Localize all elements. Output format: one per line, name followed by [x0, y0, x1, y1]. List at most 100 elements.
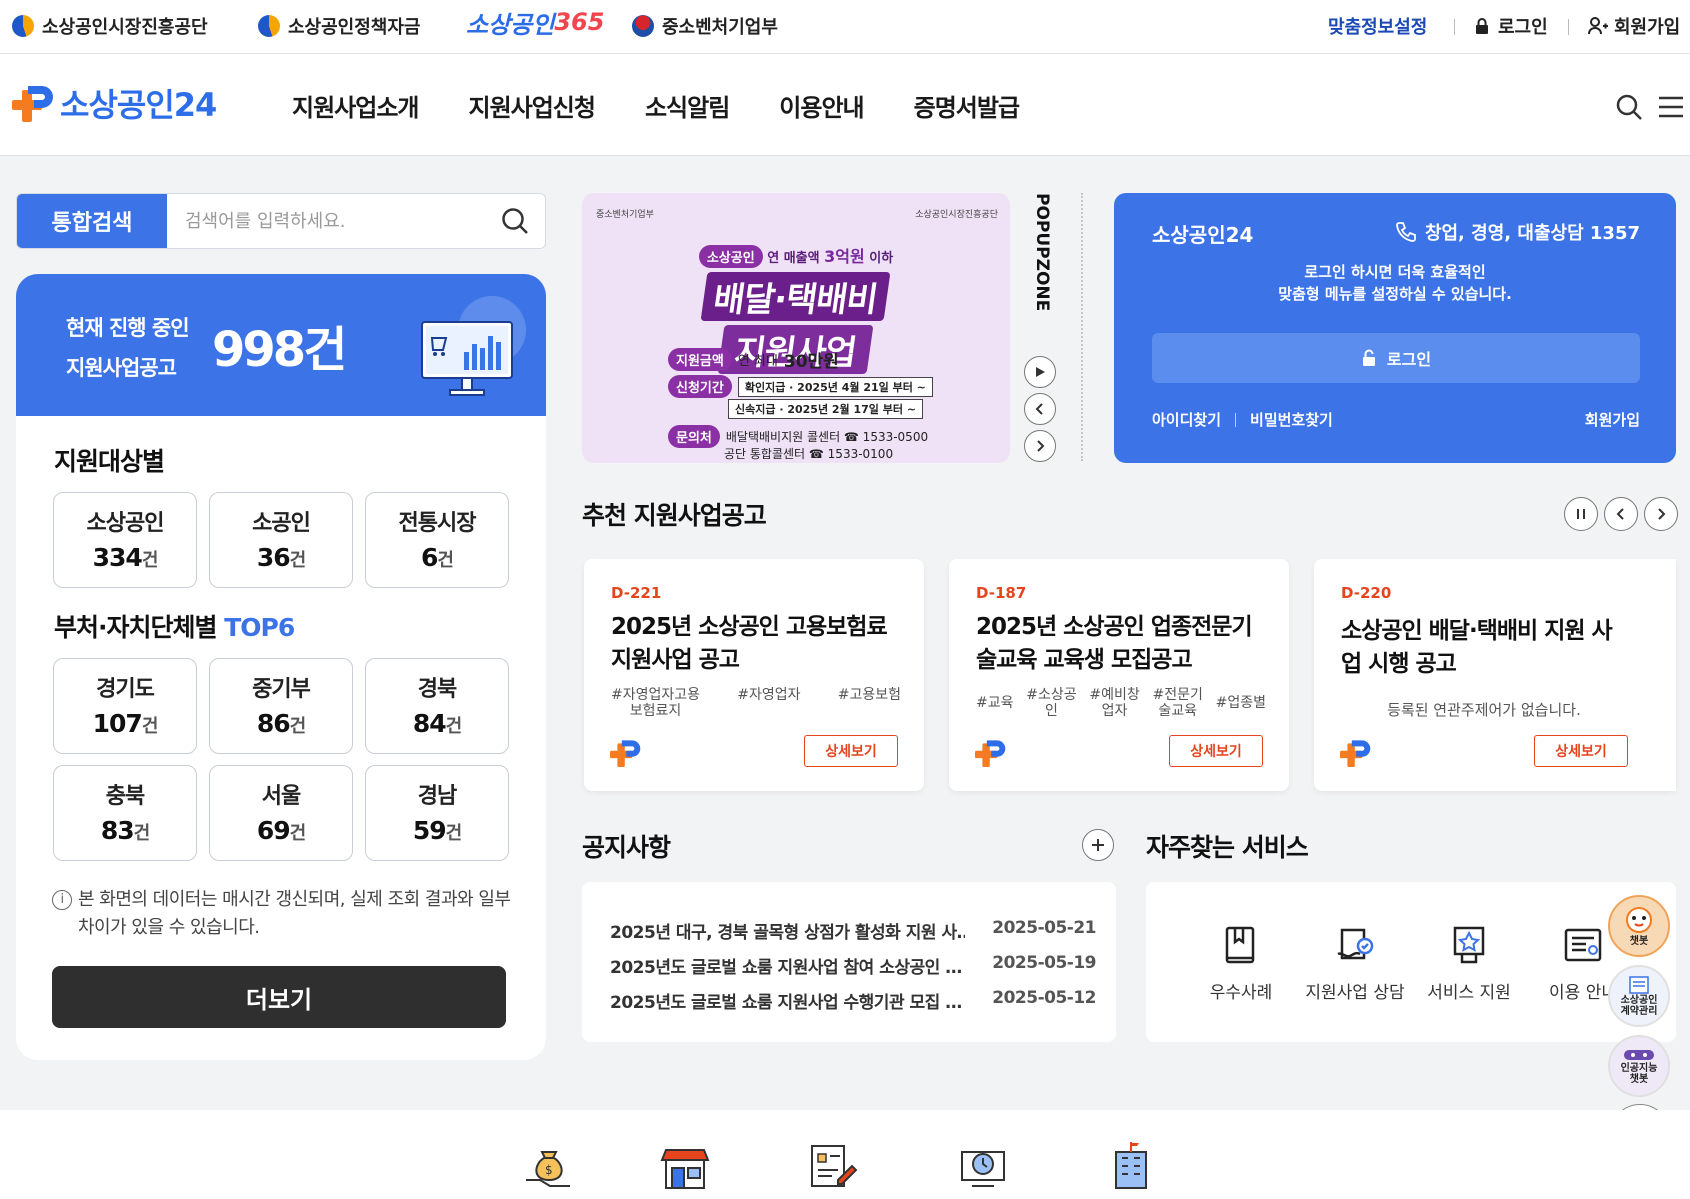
brand-mark-icon [975, 740, 1006, 768]
search-button[interactable] [485, 194, 545, 248]
target-stat-sosang[interactable]: 소상공인 334건 [53, 492, 197, 588]
policy-fund-link[interactable]: 소상공인정책자금 [258, 12, 420, 40]
stat-label: 경남 [417, 784, 457, 809]
detail-button[interactable]: 상세보기 [1534, 735, 1628, 767]
ongoing-label-line1: 현재 진행 중인 [66, 316, 190, 340]
keyword-tag[interactable]: #자영업자 [737, 687, 800, 719]
stat-unit: 건 [445, 716, 463, 737]
stat-label: 전통시장 [398, 511, 477, 536]
target-stat-market[interactable]: 전통시장 6건 [365, 492, 509, 588]
search-tab[interactable]: 통합검색 [17, 194, 167, 248]
more-button[interactable]: 더보기 [52, 966, 506, 1028]
keyword-tag[interactable]: #고용보험 [838, 687, 901, 719]
popup-contact-2: 공단 통합콜센터 ☎ 1533-0100 [724, 447, 894, 461]
stat-value: 334건 [54, 543, 196, 572]
keyword-tag[interactable]: #자영업자고용 보험료지 [611, 687, 700, 719]
popup-period-1: 확인지급 · 2025년 4월 21일 부터 ~ [737, 376, 933, 397]
notice-item-date: 2025-05-12 [992, 988, 1096, 1008]
service-consult[interactable]: 지원사업 상담 [1300, 924, 1410, 1003]
keyword-tag[interactable]: #교육 [976, 695, 1014, 719]
nav-item-apply[interactable]: 지원사업신청 [468, 88, 595, 123]
menu-icon[interactable] [1656, 92, 1686, 122]
search-icon[interactable] [1614, 92, 1644, 122]
brand-logo[interactable]: 소상공인24 [12, 80, 217, 126]
popup-period-2: 신속지급 · 2025년 2월 17일 부터 ~ [728, 399, 924, 419]
building-icon[interactable] [1106, 1140, 1156, 1190]
ai-chatbot-button[interactable]: 인공지능 챗봇 [1608, 1035, 1670, 1097]
ongoing-summary: 현재 진행 중인 지원사업공고 998건 [16, 274, 546, 416]
mss-label: 중소벤처기업부 [662, 17, 778, 38]
popup-period-date: 2025년 4월 21일 부터 ~ [797, 380, 926, 394]
notice-item[interactable]: 2025년 대구, 경북 골목형 상점가 활성화 지원 사… 2025-05-2… [610, 918, 1096, 943]
services-panel: 우수사례 지원사업 상담 서비스 지원 이용 안내 [1146, 882, 1676, 1042]
join-link[interactable]: 회원가입 [1588, 12, 1680, 40]
recommend-card[interactable]: D-220 소상공인 배달·택배비 지원 사업 시행 공고 등록된 연관주제어가… [1314, 559, 1676, 791]
consult-phone: 창업, 경영, 대출상담 1357 [1395, 219, 1640, 245]
form-edit-icon[interactable] [808, 1140, 858, 1190]
login-button[interactable]: 로그인 [1152, 333, 1640, 383]
contract-button[interactable]: 소상공인 계약관리 [1608, 965, 1670, 1027]
region-stat-seoul[interactable]: 서울 69건 [209, 765, 353, 861]
dday-badge: D-187 [976, 584, 1027, 602]
user-add-icon [1588, 17, 1608, 35]
nav-item-certificate[interactable]: 증명서발급 [914, 88, 1020, 123]
find-password-link[interactable]: 비밀번호찾기 [1250, 409, 1333, 430]
pause-icon [1577, 509, 1585, 519]
popup-headline-1: 배달·택배비 [700, 272, 892, 321]
nav-item-guide[interactable]: 이용안내 [779, 88, 864, 123]
notice-item[interactable]: 2025년도 글로벌 쇼룸 지원사업 수행기관 모집 … 2025-05-12 [610, 988, 1096, 1013]
login-link[interactable]: 로그인 [1474, 12, 1548, 40]
no-keyword-text: 등록된 연관주제어가 없습니다. [1387, 701, 1581, 719]
region-stat-gyeongnam[interactable]: 경남 59건 [365, 765, 509, 861]
notice-item[interactable]: 2025년도 글로벌 쇼룸 지원사업 참여 소상공인 … 2025-05-19 [610, 953, 1096, 978]
find-id-link[interactable]: 아이디찾기 [1152, 409, 1221, 430]
service-support[interactable]: 서비스 지원 [1414, 924, 1524, 1003]
recommend-next-button[interactable] [1644, 497, 1678, 531]
util-divider [1454, 19, 1455, 35]
keyword-tag[interactable]: #예비창 업자 [1089, 687, 1139, 719]
detail-button[interactable]: 상세보기 [804, 735, 898, 767]
recommend-card[interactable]: D-221 2025년 소상공인 고용보험료 지원사업 공고 #자영업자고용 보… [584, 559, 924, 791]
by-target-title: 지원대상별 [54, 447, 165, 476]
target-stat-sogong[interactable]: 소공인 36건 [209, 492, 353, 588]
brand-mark-icon [1340, 740, 1371, 768]
popup-play-button[interactable] [1024, 356, 1056, 388]
clock-monitor-icon[interactable] [958, 1140, 1008, 1190]
region-stat-mss[interactable]: 중기부 86건 [209, 658, 353, 754]
money-bag-icon[interactable]: $ [524, 1140, 574, 1190]
notice-more-button[interactable] [1082, 829, 1114, 861]
ai-chatbot-label: 인공지능 챗봇 [1620, 1063, 1658, 1085]
search-input[interactable] [167, 194, 485, 248]
semas-link[interactable]: 소상공인시장진흥공단 [12, 12, 208, 40]
region-stat-gyeongbuk[interactable]: 경북 84건 [365, 658, 509, 754]
chevron-right-icon [1037, 440, 1045, 452]
store-icon[interactable] [660, 1140, 710, 1190]
region-stat-chungbuk[interactable]: 충북 83건 [53, 765, 197, 861]
detail-button[interactable]: 상세보기 [1169, 735, 1263, 767]
keyword-tag[interactable]: #전문기 술교육 [1153, 687, 1203, 719]
popup-prev-button[interactable] [1024, 393, 1056, 425]
data-refresh-notice: i 본 화면의 데이터는 매시간 갱신되며, 실제 조회 결과와 일부 차이가 … [52, 886, 522, 942]
region-stat-gyeonggi[interactable]: 경기도 107건 [53, 658, 197, 754]
custom-info-link[interactable]: 맞춤정보설정 [1328, 12, 1427, 40]
nav-item-intro[interactable]: 지원사업소개 [292, 88, 419, 123]
recommend-pause-button[interactable] [1564, 497, 1598, 531]
service-best-practice[interactable]: 우수사례 [1186, 924, 1296, 1003]
nav-item-news[interactable]: 소식알림 [645, 88, 730, 123]
keyword-tag[interactable]: #업종별 [1216, 695, 1266, 719]
main-nav: 지원사업소개 지원사업신청 소식알림 이용안내 증명서발급 [292, 88, 1020, 123]
notice-item-title: 2025년도 글로벌 쇼룸 지원사업 수행기관 모집 … [610, 993, 962, 1013]
stat-unit: 건 [437, 550, 454, 571]
recommend-card[interactable]: D-187 2025년 소상공인 업종전문기술교육 교육생 모집공고 #교육 #… [949, 559, 1289, 791]
join-link-card[interactable]: 회원가입 [1585, 409, 1640, 430]
recommend-prev-button[interactable] [1604, 497, 1638, 531]
keyword-tag[interactable]: #소상공 인 [1026, 687, 1076, 719]
popup-banner[interactable]: 중소벤처기업부 소상공인시장진흥공단 소상공인 연 매출액 3억원 이하 배달·… [582, 193, 1010, 463]
sosang365-link[interactable]: 소상공인 365 [466, 8, 604, 39]
chatbot-button[interactable]: 챗봇 [1608, 895, 1670, 957]
mss-link[interactable]: 중소벤처기업부 [632, 12, 778, 40]
contract-label: 소상공인 계약관리 [1620, 995, 1658, 1017]
popup-next-button[interactable] [1024, 430, 1056, 462]
dday-badge: D-220 [1341, 584, 1392, 602]
join-label: 회원가입 [1614, 17, 1681, 38]
